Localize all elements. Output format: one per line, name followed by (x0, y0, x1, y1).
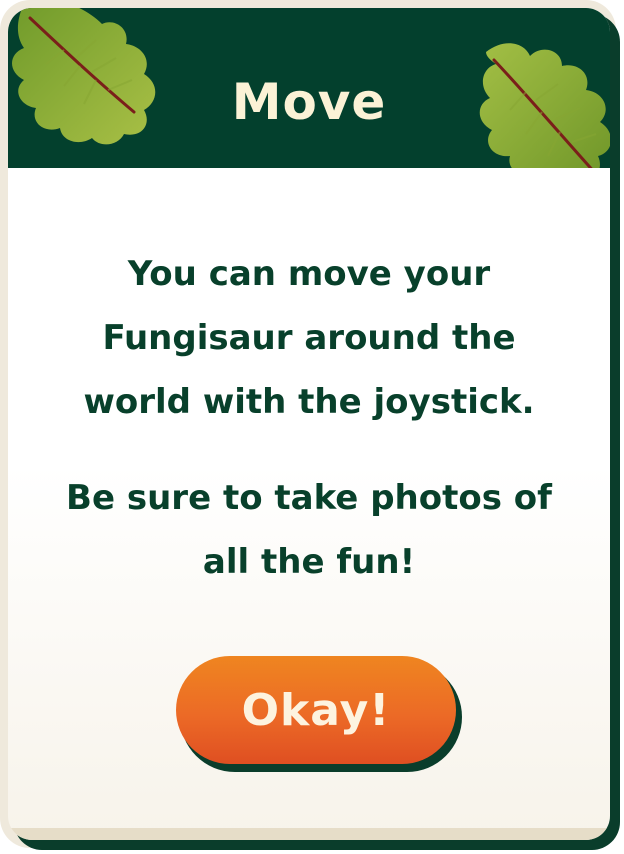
okay-button[interactable]: Okay! (176, 656, 456, 764)
instruction-text: You can move your Fungisaur around the w… (83, 254, 535, 422)
photo-tip-text: Be sure to take photos of all the fun! (66, 478, 552, 582)
dialog-title: Move (231, 73, 387, 131)
dialog-header: Move (8, 8, 610, 168)
move-dialog: Move You can move your Fungisaur around … (8, 8, 610, 840)
okay-button-label: Okay! (241, 684, 391, 736)
